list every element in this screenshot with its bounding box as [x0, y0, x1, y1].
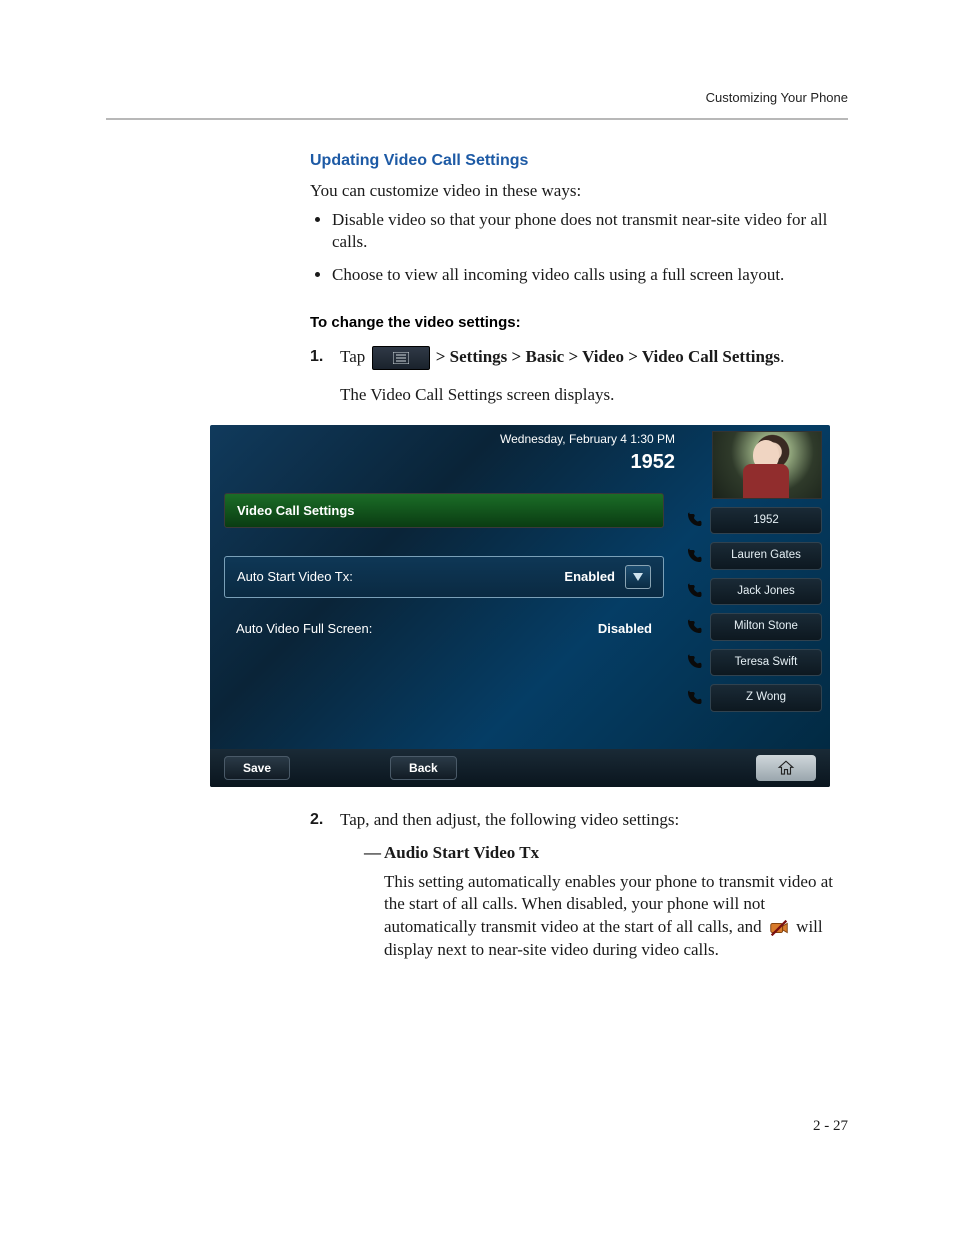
intro-paragraph: You can customize video in these ways:	[310, 180, 850, 203]
step1-prefix: Tap	[340, 347, 370, 366]
contact-row[interactable]: Milton Stone	[684, 613, 822, 641]
phone-ui: Wednesday, February 4 1:30 PM 1952 Video…	[210, 425, 830, 787]
step-1: Tap > Settings > Basic > Video > Video C…	[310, 346, 850, 787]
camera-blocked-icon	[768, 917, 790, 939]
step1-after: The Video Call Settings screen displays.	[340, 384, 850, 407]
setting-row-auto-start-video-tx[interactable]: Auto Start Video Tx: Enabled	[224, 556, 664, 598]
setting-label: Auto Start Video Tx:	[237, 568, 353, 586]
handset-icon	[684, 581, 704, 601]
bullet-item: Disable video so that your phone does no…	[332, 209, 850, 255]
panel-title: Video Call Settings	[224, 493, 664, 529]
sublist-body-part1: This setting automatically enables your …	[384, 872, 833, 937]
header-rule	[106, 118, 848, 120]
sublist-item: Audio Start Video Tx This setting automa…	[364, 842, 850, 963]
setting-value: Disabled	[598, 620, 652, 638]
contact-row[interactable]: Teresa Swift	[684, 649, 822, 677]
phone-status-bar: Wednesday, February 4 1:30 PM 1952	[500, 431, 675, 476]
page-number: 2 - 27	[813, 1118, 848, 1135]
contact-label: Lauren Gates	[710, 542, 822, 570]
content-column: Updating Video Call Settings You can cus…	[310, 150, 850, 962]
setting-row-auto-video-full-screen[interactable]: Auto Video Full Screen: Disabled	[224, 612, 664, 646]
sublist-body: This setting automatically enables your …	[384, 871, 850, 963]
handset-icon	[684, 652, 704, 672]
step2-sublist: Audio Start Video Tx This setting automa…	[340, 842, 850, 963]
contact-row[interactable]: Jack Jones	[684, 578, 822, 606]
settings-panel: Video Call Settings Auto Start Video Tx:…	[224, 493, 664, 660]
menu-icon	[372, 346, 430, 370]
steps-list: Tap > Settings > Basic > Video > Video C…	[310, 346, 850, 963]
bullet-list: Disable video so that your phone does no…	[310, 209, 850, 288]
home-button[interactable]	[756, 755, 816, 781]
section-title: Updating Video Call Settings	[310, 150, 850, 172]
handset-icon	[684, 688, 704, 708]
contact-row[interactable]: Lauren Gates	[684, 542, 822, 570]
softkey-bar: Save Back	[210, 749, 830, 787]
contact-label: 1952	[710, 507, 822, 535]
contact-label: Teresa Swift	[710, 649, 822, 677]
handset-icon	[684, 546, 704, 566]
procedure-title: To change the video settings:	[310, 313, 850, 333]
side-rail: 1952 Lauren Gates	[684, 431, 822, 712]
phone-date: Wednesday, February 4 1:30 PM	[500, 431, 675, 447]
step1-period: .	[780, 347, 784, 366]
home-icon	[777, 759, 795, 777]
running-header: Customizing Your Phone	[706, 90, 848, 105]
handset-icon	[684, 617, 704, 637]
setting-label: Auto Video Full Screen:	[236, 620, 372, 638]
contact-row[interactable]: 1952	[684, 507, 822, 535]
step-2: Tap, and then adjust, the following vide…	[310, 809, 850, 963]
back-button[interactable]: Back	[390, 756, 457, 780]
dropdown-icon[interactable]	[625, 565, 651, 589]
handset-icon	[684, 510, 704, 530]
save-button[interactable]: Save	[224, 756, 290, 780]
self-view-thumbnail	[712, 431, 822, 499]
bullet-item: Choose to view all incoming video calls …	[332, 264, 850, 287]
contact-label: Jack Jones	[710, 578, 822, 606]
setting-value: Enabled	[564, 568, 615, 586]
contact-label: Milton Stone	[710, 613, 822, 641]
phone-screenshot: Wednesday, February 4 1:30 PM 1952 Video…	[210, 425, 850, 787]
step2-intro: Tap, and then adjust, the following vide…	[340, 810, 679, 829]
sublist-title: Audio Start Video Tx	[384, 843, 539, 862]
contact-label: Z Wong	[710, 684, 822, 712]
phone-extension: 1952	[500, 449, 675, 476]
step1-nav-path: > Settings > Basic > Video > Video Call …	[436, 347, 780, 366]
contact-row[interactable]: Z Wong	[684, 684, 822, 712]
